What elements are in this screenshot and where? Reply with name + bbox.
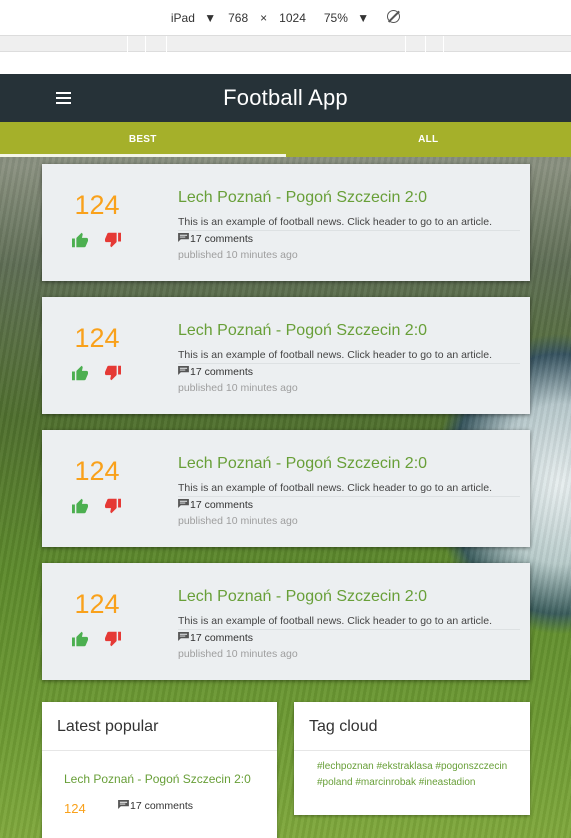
article-comments-count: 17 comments (190, 499, 254, 511)
article-published: published 10 minutes ago (178, 382, 298, 394)
tag-link[interactable]: #poland (317, 777, 353, 788)
article-title-link[interactable]: Lech Poznań - Pogoń Szczecin 2:0 (178, 455, 427, 473)
article-comments[interactable]: 17 comments (178, 498, 254, 511)
latest-popular-score: 124 (64, 801, 86, 816)
article-title-link[interactable]: Lech Poznań - Pogoń Szczecin 2:0 (178, 189, 427, 207)
thumb-down-icon[interactable] (104, 631, 122, 647)
app-viewport: Football App BEST ALL 124 Lech Poznań - … (0, 74, 571, 838)
tag-link[interactable]: #ekstraklasa (377, 761, 433, 772)
article-card: 124 Lech Poznań - Pogoń Szczecin 2:0 Thi… (42, 297, 530, 414)
article-comments-count: 17 comments (190, 632, 254, 644)
hamburger-menu-icon[interactable] (56, 92, 71, 104)
latest-popular-heading: Latest popular (42, 702, 277, 751)
article-published: published 10 minutes ago (178, 648, 298, 660)
tag-link[interactable]: #marcinrobak (355, 777, 416, 788)
tab-bar: BEST ALL (0, 122, 571, 157)
article-card: 124 Lech Poznań - Pogoń Szczecin 2:0 Thi… (42, 164, 530, 281)
thumb-down-icon[interactable] (104, 365, 122, 381)
article-comments[interactable]: 17 comments (178, 232, 254, 245)
thumb-up-icon[interactable] (71, 498, 89, 514)
article-title-link[interactable]: Lech Poznań - Pogoń Szczecin 2:0 (178, 588, 427, 606)
device-select[interactable]: iPad ▼ (165, 11, 216, 25)
latest-popular-panel: Latest popular Lech Poznań - Pogoń Szcze… (42, 702, 277, 838)
thumb-up-icon[interactable] (71, 365, 89, 381)
thumb-down-icon[interactable] (104, 232, 122, 248)
tab-all[interactable]: ALL (286, 122, 571, 157)
article-published: published 10 minutes ago (178, 515, 298, 527)
rotate-button[interactable] (381, 9, 406, 26)
latest-popular-title-link[interactable]: Lech Poznań - Pogoń Szczecin 2:0 (64, 772, 251, 786)
comment-icon (178, 631, 189, 641)
article-card: 124 Lech Poznań - Pogoń Szczecin 2:0 Thi… (42, 563, 530, 680)
thumb-up-icon[interactable] (71, 232, 89, 248)
article-comments[interactable]: 17 comments (178, 365, 254, 378)
tag-cloud-heading: Tag cloud (294, 702, 530, 751)
comment-icon (178, 365, 189, 375)
comment-icon (178, 232, 189, 242)
tab-best[interactable]: BEST (0, 122, 286, 157)
height-field[interactable]: 1024 (279, 11, 306, 25)
article-score: 124 (74, 323, 120, 353)
article-score: 124 (74, 190, 120, 220)
latest-popular-comments-count: 17 comments (130, 800, 194, 812)
thumb-up-icon[interactable] (71, 631, 89, 647)
article-comments[interactable]: 17 comments (178, 631, 254, 644)
article-score: 124 (74, 589, 120, 619)
zoom-select[interactable]: 75% ▼ (318, 11, 369, 25)
device-name: iPad (170, 10, 195, 25)
article-card: 124 Lech Poznań - Pogoń Szczecin 2:0 Thi… (42, 430, 530, 547)
article-description: This is an example of football news. Cli… (178, 615, 520, 630)
tag-cloud-panel: Tag cloud #lechpoznan #ekstraklasa #pogo… (294, 702, 530, 815)
comment-icon (178, 498, 189, 508)
article-title-link[interactable]: Lech Poznań - Pogoń Szczecin 2:0 (178, 322, 427, 340)
device-toolbar-row: iPad ▼ 768 × 1024 75% ▼ (0, 0, 571, 36)
article-comments-count: 17 comments (190, 366, 254, 378)
latest-popular-comments[interactable]: 17 comments (118, 799, 194, 812)
article-description: This is an example of football news. Cli… (178, 216, 520, 231)
app-header: Football App (0, 74, 571, 122)
zoom-value: 75% (323, 10, 348, 25)
tag-link[interactable]: #lechpoznan (317, 761, 374, 772)
tag-list: #lechpoznan #ekstraklasa #pogonszczecin … (317, 759, 517, 791)
comment-icon (118, 799, 129, 809)
rotate-icon (387, 9, 401, 23)
article-description: This is an example of football news. Cli… (178, 482, 520, 497)
tag-link[interactable]: #ineastadion (419, 777, 476, 788)
dimension-separator: × (260, 10, 268, 25)
article-published: published 10 minutes ago (178, 249, 298, 261)
article-score: 124 (74, 456, 120, 486)
media-query-ruler (0, 36, 571, 52)
width-field[interactable]: 768 (228, 11, 248, 25)
tag-link[interactable]: #pogonszczecin (435, 761, 507, 772)
thumb-down-icon[interactable] (104, 498, 122, 514)
app-title: Football App (223, 85, 348, 110)
article-comments-count: 17 comments (190, 233, 254, 245)
device-toolbar: iPad ▼ 768 × 1024 75% ▼ (0, 0, 571, 52)
article-description: This is an example of football news. Cli… (178, 349, 520, 364)
